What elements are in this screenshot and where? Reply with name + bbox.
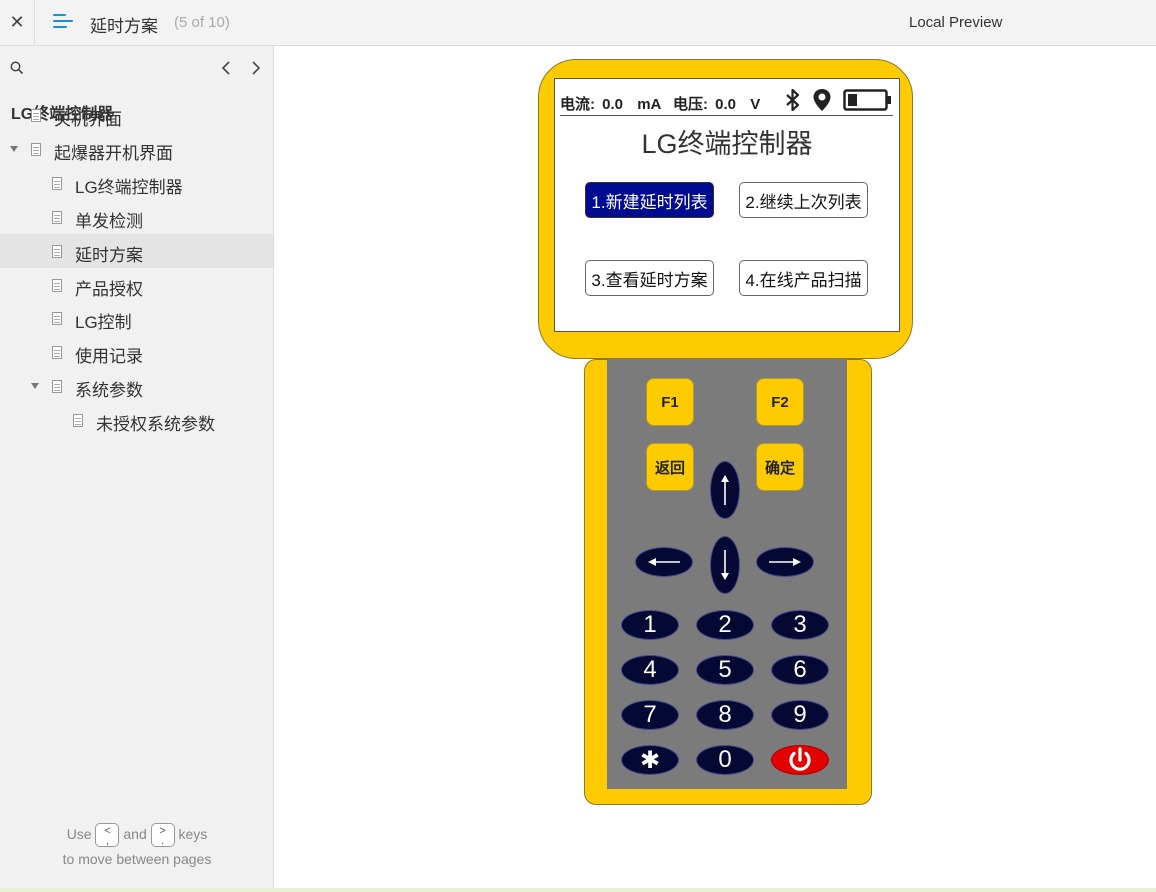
menu-icon[interactable]: [53, 13, 73, 31]
sidebar: LG终端控制器 关机界面 起爆器开机界面 LG终端控制器 单发检测 延时方案 产品授权 LG…: [0, 46, 274, 892]
ok-key[interactable]: 确定: [756, 443, 804, 491]
menu-new-delay-list-button[interactable]: 1.新建延时列表: [585, 182, 714, 218]
menu-view-plan-button[interactable]: 3.查看延时方案: [585, 260, 714, 296]
page-title: 延时方案: [90, 17, 158, 36]
key-4[interactable]: 4: [621, 655, 679, 685]
page-icon: [52, 312, 62, 326]
preview-label: Local Preview: [909, 14, 1003, 31]
tree-item[interactable]: 延时方案: [0, 233, 273, 268]
tree-item-label: 使用记录: [75, 347, 143, 367]
key-6[interactable]: 6: [771, 655, 829, 685]
tree-item-label: LG控制: [75, 313, 132, 333]
bluetooth-icon: [786, 89, 800, 111]
tree-item[interactable]: 起爆器开机界面: [0, 132, 273, 166]
battery-icon: [843, 89, 891, 111]
hint-and: and: [123, 826, 147, 842]
tree-item-label: 起爆器开机界面: [54, 143, 173, 163]
page-icon: [52, 210, 62, 224]
chevron-right-icon[interactable]: [247, 58, 265, 78]
menu-scan-products-button[interactable]: 4.在线产品扫描: [739, 260, 868, 296]
page-icon: [31, 109, 41, 122]
caret-down-icon[interactable]: [31, 383, 39, 390]
tree-item-label: 单发检测: [75, 211, 143, 231]
screen-title: LG终端控制器: [641, 129, 813, 159]
key-2[interactable]: 2: [696, 610, 754, 640]
current-unit: mA: [637, 96, 661, 113]
chevron-left-icon[interactable]: [218, 58, 236, 78]
tree-item[interactable]: 产品授权: [0, 268, 273, 302]
current-label: 电流:: [560, 96, 595, 113]
page-icon: [31, 142, 41, 156]
current-value: 0.0: [602, 96, 624, 113]
up-key[interactable]: [710, 461, 740, 519]
page-icon: [52, 380, 62, 394]
voltage-label: 电压:: [673, 96, 708, 113]
tree-item-label: 关机界面: [54, 110, 122, 129]
search-icon[interactable]: [10, 61, 24, 75]
tree-item[interactable]: 使用记录: [0, 335, 273, 369]
top-bar: ✕ 延时方案 (5 of 10) Local Preview: [0, 0, 1156, 46]
star-key[interactable]: ✱: [621, 745, 679, 775]
right-key[interactable]: [756, 547, 814, 577]
tree-item[interactable]: 未授权系统参数: [0, 403, 273, 437]
key-0[interactable]: 0: [696, 745, 754, 775]
location-pin-icon: [813, 89, 831, 111]
tree-item-label: 系统参数: [75, 381, 143, 401]
tree-item-label: LG终端控制器: [75, 177, 183, 197]
tree-item-label: 未授权系统参数: [96, 415, 215, 435]
key-next-icon: >.: [150, 823, 175, 848]
bottom-strip: [0, 888, 1156, 892]
tree-item[interactable]: 关机界面: [0, 98, 273, 132]
tree-item[interactable]: LG控制: [0, 301, 273, 335]
down-key[interactable]: [710, 536, 740, 594]
tree-item-label: 延时方案: [75, 245, 143, 265]
page-icon: [52, 244, 62, 258]
f2-key[interactable]: F2: [756, 378, 804, 426]
arrow-left-icon: [648, 558, 680, 566]
hint-keys: keys: [178, 826, 208, 842]
menu-continue-list-button[interactable]: 2.继续上次列表: [739, 182, 868, 218]
key-9[interactable]: 9: [771, 700, 829, 730]
tree-item-label: 产品授权: [75, 279, 143, 299]
page-count: (5 of 10): [174, 14, 230, 31]
power-key[interactable]: [771, 745, 829, 775]
voltage-unit: V: [750, 96, 761, 113]
voltage-value: 0.0: [715, 96, 737, 113]
hint-line2: to move between pages: [62, 851, 212, 868]
power-icon: [789, 747, 811, 771]
page-icon: [52, 346, 62, 360]
key-8[interactable]: 8: [696, 700, 754, 730]
status-readout: 电流: 0.0 mA 电压: 0.0 V: [560, 93, 760, 114]
left-key[interactable]: [635, 547, 693, 577]
hint-use: Use: [66, 826, 92, 842]
caret-down-icon[interactable]: [10, 145, 18, 152]
key-prev-icon: <,: [95, 823, 120, 848]
key-7[interactable]: 7: [621, 700, 679, 730]
keyboard-hint: Use <, and >. keys to move between pages: [0, 822, 274, 872]
key-1[interactable]: 1: [621, 610, 679, 640]
tree-item[interactable]: 系统参数: [0, 369, 273, 403]
back-key[interactable]: 返回: [646, 443, 694, 491]
key-3[interactable]: 3: [771, 610, 829, 640]
key-5[interactable]: 5: [696, 655, 754, 685]
tree-item[interactable]: 单发检测: [0, 200, 273, 234]
status-bar: 电流: 0.0 mA 电压: 0.0 V: [560, 84, 893, 116]
page-icon: [73, 414, 83, 428]
page-icon: [52, 176, 62, 190]
page-icon: [52, 278, 62, 292]
arrow-right-icon: [769, 558, 801, 566]
f1-key[interactable]: F1: [646, 378, 694, 426]
tree-item[interactable]: LG终端控制器: [0, 166, 273, 200]
close-icon[interactable]: ✕: [0, 0, 35, 45]
arrow-down-icon: [721, 550, 729, 580]
arrow-up-icon: [721, 475, 729, 505]
